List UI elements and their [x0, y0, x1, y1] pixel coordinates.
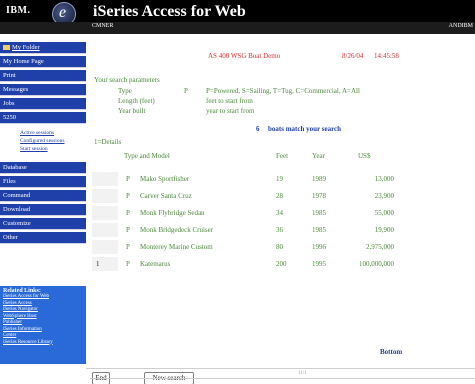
user-name: ANDIBM: [448, 23, 473, 29]
col-header-feet: Feet: [276, 152, 289, 160]
row-option-field[interactable]: [92, 206, 118, 220]
row-price: 55,000: [374, 209, 394, 217]
row-type: P: [126, 226, 130, 234]
app-title: iSeries Access for Web: [93, 3, 246, 20]
row-year: 1996: [312, 243, 326, 251]
screen-title: AS 400 WSG Boat Demo: [208, 52, 281, 60]
row-option-field[interactable]: [92, 223, 118, 237]
type-label: Type: [118, 87, 132, 95]
row-year: 1985: [312, 209, 326, 217]
sidebar-item-files[interactable]: Files: [0, 176, 86, 188]
row-year: 1985: [312, 226, 326, 234]
sidebar-sub-active-sessions[interactable]: Active sessions: [20, 130, 54, 136]
row-feet: 28: [276, 192, 283, 200]
match-count: 6: [256, 125, 260, 133]
year-label: Year built: [118, 107, 146, 115]
terminal-screen: AS 400 WSG Boat Demo 8/26/04 14:45:58 Yo…: [86, 34, 475, 384]
row-price: 100,000,000: [359, 260, 394, 268]
sidebar-item-database[interactable]: Database: [0, 162, 86, 174]
sidebar-item-download[interactable]: Download: [0, 204, 86, 216]
related-link[interactable]: iSeries Resource Library: [3, 340, 83, 347]
type-legend: P=Powered, S=Sailing, T=Tug, C=Commercia…: [206, 87, 360, 95]
sidebar-sub-configured-sessions[interactable]: Configured sessions: [20, 138, 64, 144]
row-model: Katemarus: [140, 260, 171, 268]
sidebar-item-print[interactable]: Print: [0, 70, 86, 82]
col-header-price: US$: [358, 152, 371, 160]
col-header-type-model: Type and Model: [124, 152, 170, 160]
ibm-logo: IBM.: [6, 5, 31, 16]
row-option-field[interactable]: [92, 189, 118, 203]
system-name: CMNER: [92, 23, 114, 29]
row-type: P: [126, 243, 130, 251]
col-header-year: Year: [312, 152, 325, 160]
top-banner: IBM. e iSeries Access for Web: [0, 0, 475, 26]
row-year: 1989: [312, 175, 326, 183]
sidebar-item-messages[interactable]: Messages: [0, 84, 86, 96]
length-label: Length (feet): [118, 97, 155, 105]
status-right: 11/1: [298, 371, 307, 376]
sidebar-item-command[interactable]: Command: [0, 190, 86, 202]
year-input[interactable]: year to start from: [206, 107, 254, 115]
row-feet: 34: [276, 209, 283, 217]
row-price: 13,000: [374, 175, 394, 183]
screen-time: 14:45:58: [374, 52, 399, 60]
screen-date: 8/26/04: [342, 52, 364, 60]
divider: [86, 368, 475, 369]
row-option-field[interactable]: [92, 240, 118, 254]
row-year: 1978: [312, 192, 326, 200]
row-option-value: 1: [96, 260, 100, 268]
bottom-indicator: Bottom: [380, 348, 403, 356]
sidebar-item-5250[interactable]: 5250: [0, 112, 86, 124]
folder-icon: [3, 45, 10, 51]
row-model: Monterey Marine Custom: [140, 243, 213, 251]
system-bar: CMNER ANDIBM: [0, 22, 475, 34]
row-type: P: [126, 192, 130, 200]
length-input[interactable]: feet to start from: [206, 97, 253, 105]
sidebar: My Folder My Home Page Print Messages Jo…: [0, 34, 86, 384]
row-type: P: [126, 209, 130, 217]
params-label: Your search parameters: [94, 76, 160, 84]
row-feet: 80: [276, 243, 283, 251]
row-type: P: [126, 175, 130, 183]
e-glyph: e: [59, 4, 67, 21]
row-year: 1995: [312, 260, 326, 268]
row-price: 23,900: [374, 192, 394, 200]
bottom-divider: [90, 378, 475, 379]
type-input[interactable]: P: [184, 87, 188, 95]
row-feet: 200: [276, 260, 287, 268]
sidebar-item-label: My Folder: [12, 44, 40, 51]
sidebar-item-customize[interactable]: Customize: [0, 218, 86, 230]
sidebar-item-other[interactable]: Other: [0, 232, 86, 244]
row-model: Monk Flybridge Sedan: [140, 209, 205, 217]
sidebar-item-home[interactable]: My Home Page: [0, 56, 86, 68]
sidebar-sub-start-session[interactable]: Start session: [20, 146, 48, 152]
match-text: boats match your search: [268, 125, 342, 133]
row-model: Mako Sportfisher: [140, 175, 190, 183]
details-hint: 1=Details: [94, 138, 122, 146]
row-price: 2,975,000: [366, 243, 394, 251]
sidebar-item-my-folder[interactable]: My Folder: [0, 42, 86, 54]
row-type: P: [126, 260, 130, 268]
row-option-field[interactable]: [92, 172, 118, 186]
related-links-panel: Related Links: iSeries Access for Web iS…: [0, 286, 86, 364]
row-feet: 19: [276, 175, 283, 183]
row-model: Carver Santa Cruz: [140, 192, 192, 200]
sidebar-item-jobs[interactable]: Jobs: [0, 98, 86, 110]
row-feet: 36: [276, 226, 283, 234]
row-model: Monk Bridgedeck Cruiser: [140, 226, 214, 234]
row-price: 19,900: [374, 226, 394, 234]
